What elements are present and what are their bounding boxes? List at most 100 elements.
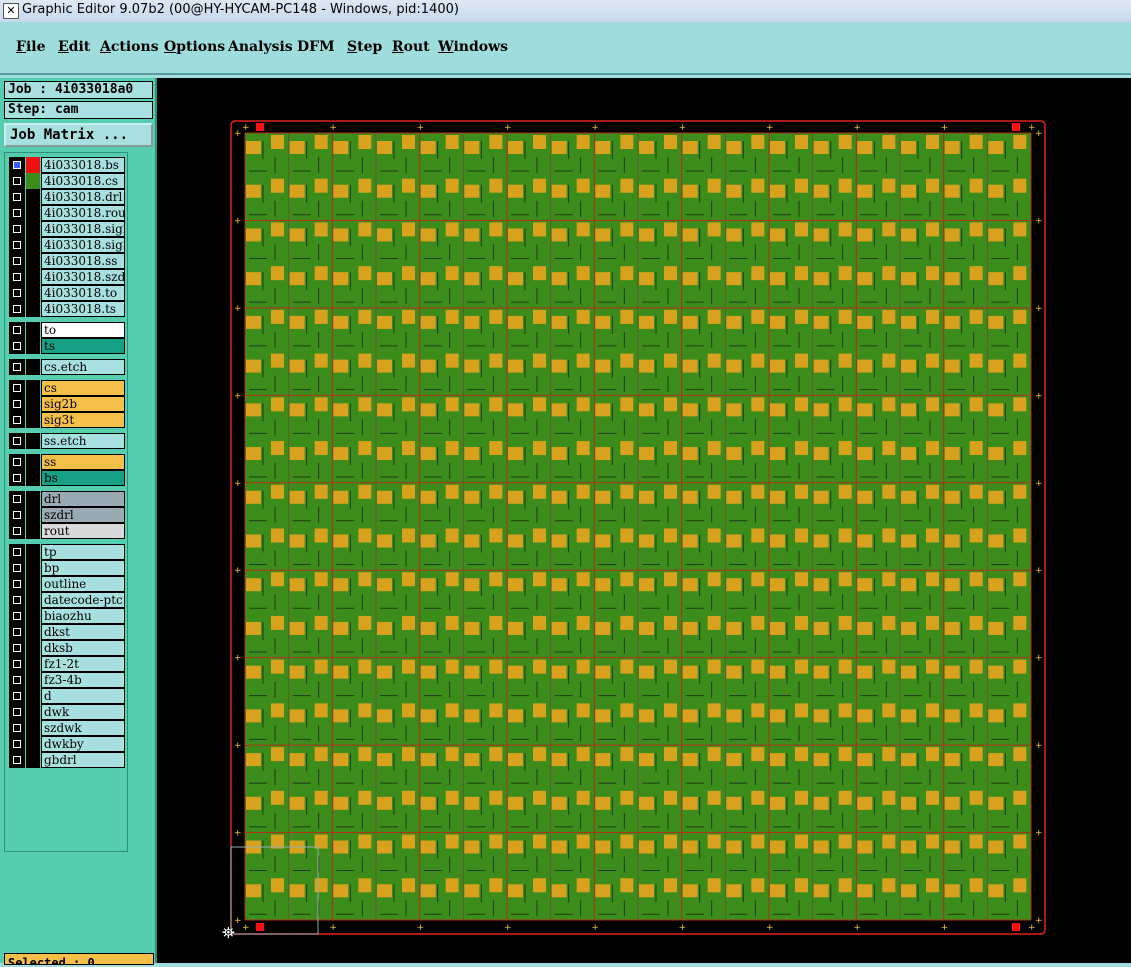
job-matrix-button[interactable]: Job Matrix ... — [4, 123, 153, 147]
layer-row-dkst[interactable]: dkst — [5, 624, 129, 640]
layer-row-ts[interactable]: ts — [5, 338, 129, 354]
layer-name[interactable]: biaozhu — [41, 608, 125, 624]
layer-name[interactable]: sig2b — [41, 396, 125, 412]
layer-checkbox[interactable] — [9, 656, 25, 672]
layer-row-ss[interactable]: ss — [5, 454, 129, 470]
layer-name[interactable]: 4i033018.drl — [41, 189, 125, 205]
layer-name[interactable]: datecode-ptc — [41, 592, 125, 608]
layer-row-szdrl[interactable]: szdrl — [5, 507, 129, 523]
layer-row-sig3t[interactable]: sig3t — [5, 412, 129, 428]
layer-checkbox[interactable] — [9, 640, 25, 656]
layer-row-cs-etch[interactable]: cs.etch — [5, 359, 129, 375]
layer-row-datecode-ptc[interactable]: datecode-ptc — [5, 592, 129, 608]
layer-checkbox[interactable] — [9, 433, 25, 449]
layer-name[interactable]: d — [41, 688, 125, 704]
layer-row-sig2b[interactable]: sig2b — [5, 396, 129, 412]
layer-name[interactable]: cs — [41, 380, 125, 396]
layer-checkbox[interactable] — [9, 205, 25, 221]
layer-checkbox[interactable] — [9, 396, 25, 412]
layer-name[interactable]: cs.etch — [41, 359, 125, 375]
layer-checkbox[interactable] — [9, 688, 25, 704]
layer-row-bp[interactable]: bp — [5, 560, 129, 576]
layer-row-4i033018-szdrl[interactable]: 4i033018.szdrl — [5, 269, 129, 285]
layer-checkbox[interactable] — [9, 672, 25, 688]
layer-checkbox[interactable] — [9, 189, 25, 205]
layer-name[interactable]: 4i033018.sig2b — [41, 221, 125, 237]
layer-row-szdwk[interactable]: szdwk — [5, 720, 129, 736]
layer-name[interactable]: 4i033018.ts — [41, 301, 125, 317]
layer-name[interactable]: to — [41, 322, 125, 338]
layer-name[interactable]: ss.etch — [41, 433, 125, 449]
layer-name[interactable]: dwk — [41, 704, 125, 720]
menu-options[interactable]: Options — [164, 39, 225, 55]
menu-analysis[interactable]: Analysis — [228, 39, 293, 55]
layer-row-4i033018-ts[interactable]: 4i033018.ts — [5, 301, 129, 317]
layer-checkbox[interactable] — [9, 470, 25, 486]
layer-name[interactable]: bs — [41, 470, 125, 486]
layer-checkbox[interactable] — [9, 624, 25, 640]
layer-row-dwk[interactable]: dwk — [5, 704, 129, 720]
layer-checkbox[interactable] — [9, 592, 25, 608]
layer-row-4i033018-to[interactable]: 4i033018.to — [5, 285, 129, 301]
layer-checkbox[interactable] — [9, 322, 25, 338]
layer-name[interactable]: fz3-4b — [41, 672, 125, 688]
layer-checkbox[interactable] — [9, 454, 25, 470]
layer-checkbox[interactable] — [9, 359, 25, 375]
layer-name[interactable]: 4i033018.ss — [41, 253, 125, 269]
layer-checkbox[interactable] — [9, 507, 25, 523]
layer-checkbox[interactable] — [9, 608, 25, 624]
layer-checkbox[interactable] — [9, 253, 25, 269]
graphic-canvas[interactable]: + + + + + + + + + + + + + + + + + + + + + + + + + + + + + + + + + + + + + + + + — [157, 78, 1131, 963]
layer-row-ss-etch[interactable]: ss.etch — [5, 433, 129, 449]
layer-row-fz1-2t[interactable]: fz1-2t — [5, 656, 129, 672]
layer-checkbox[interactable] — [9, 301, 25, 317]
layer-row-gbdrl[interactable]: gbdrl — [5, 752, 129, 768]
layer-name[interactable]: 4i033018.rout — [41, 205, 125, 221]
layer-checkbox[interactable] — [9, 736, 25, 752]
layer-row-outline[interactable]: outline — [5, 576, 129, 592]
layer-row-dwkby[interactable]: dwkby — [5, 736, 129, 752]
layer-checkbox[interactable] — [9, 752, 25, 768]
layer-row-fz3-4b[interactable]: fz3-4b — [5, 672, 129, 688]
layer-name[interactable]: dwkby — [41, 736, 125, 752]
layer-name[interactable]: szdwk — [41, 720, 125, 736]
layer-name[interactable]: dksb — [41, 640, 125, 656]
layer-name[interactable]: bp — [41, 560, 125, 576]
layer-checkbox[interactable] — [9, 380, 25, 396]
menu-rout[interactable]: Rout — [392, 39, 430, 55]
layer-checkbox[interactable] — [9, 221, 25, 237]
layer-checkbox[interactable] — [9, 285, 25, 301]
layer-name[interactable]: 4i033018.szdrl — [41, 269, 125, 285]
layer-checkbox[interactable] — [9, 720, 25, 736]
layer-row-4i033018-bs[interactable]: 4i033018.bs — [5, 157, 129, 173]
menu-windows[interactable]: Windows — [438, 39, 508, 55]
layer-row-4i033018-cs[interactable]: 4i033018.cs — [5, 173, 129, 189]
layer-checkbox[interactable] — [9, 491, 25, 507]
layer-row-4i033018-rout[interactable]: 4i033018.rout — [5, 205, 129, 221]
layer-name[interactable]: 4i033018.bs — [41, 157, 125, 173]
layer-row-4i033018-ss[interactable]: 4i033018.ss — [5, 253, 129, 269]
layer-name[interactable]: 4i033018.sig3t — [41, 237, 125, 253]
layer-checkbox[interactable] — [9, 338, 25, 354]
layer-row-d[interactable]: d — [5, 688, 129, 704]
layer-name[interactable]: szdrl — [41, 507, 125, 523]
layer-row-4i033018-sig3t[interactable]: 4i033018.sig3t — [5, 237, 129, 253]
layer-name[interactable]: sig3t — [41, 412, 125, 428]
layer-row-biaozhu[interactable]: biaozhu — [5, 608, 129, 624]
layer-row-bs[interactable]: bs — [5, 470, 129, 486]
layer-row-drl[interactable]: drl — [5, 491, 129, 507]
layer-checkbox[interactable] — [9, 173, 25, 189]
layer-name[interactable]: 4i033018.to — [41, 285, 125, 301]
layer-checkbox[interactable] — [9, 412, 25, 428]
layer-row-dksb[interactable]: dksb — [5, 640, 129, 656]
layer-name[interactable]: 4i033018.cs — [41, 173, 125, 189]
layer-checkbox[interactable] — [9, 544, 25, 560]
layer-name[interactable]: tp — [41, 544, 125, 560]
menu-step[interactable]: Step — [347, 39, 382, 55]
layer-checkbox[interactable] — [9, 237, 25, 253]
layer-name[interactable]: rout — [41, 523, 125, 539]
layer-checkbox[interactable] — [9, 157, 25, 173]
layer-name[interactable]: drl — [41, 491, 125, 507]
layer-row-rout[interactable]: rout — [5, 523, 129, 539]
menu-actions[interactable]: Actions — [100, 39, 159, 55]
